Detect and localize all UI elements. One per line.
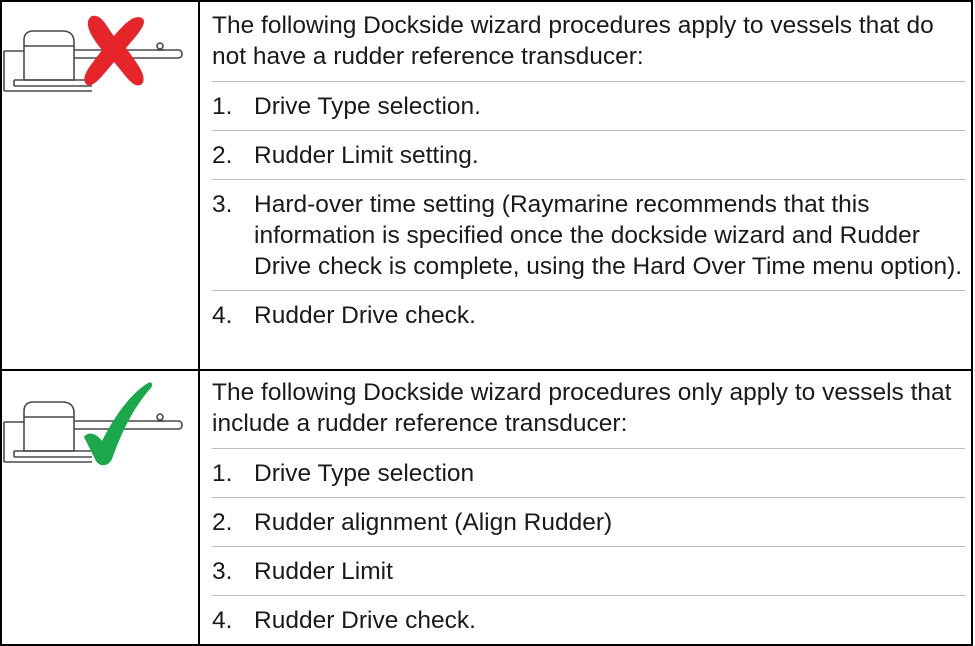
table-row-without-transducer: The following Dockside wizard procedures… (0, 0, 973, 371)
icon-cell (0, 369, 200, 646)
step-text: Rudder Drive check. (254, 607, 476, 634)
table-row-with-transducer: The following Dockside wizard procedures… (0, 369, 973, 646)
step-number: 3. (212, 558, 233, 585)
list-item: 2. Rudder alignment (Align Rudder) (212, 497, 965, 546)
content-cell: The following Dockside wizard procedures… (198, 0, 973, 371)
section-intro: The following Dockside wizard procedures… (212, 379, 952, 437)
list-item: 1. Drive Type selection (212, 448, 965, 497)
step-text: Hard-over time setting (Raymarine recomm… (254, 191, 963, 280)
step-text: Drive Type selection. (254, 93, 481, 120)
list-item: 1. Drive Type selection. (212, 81, 965, 130)
list-item: 4. Rudder Drive check. (212, 595, 965, 644)
step-number: 1. (212, 93, 233, 120)
step-text: Rudder alignment (Align Rudder) (254, 509, 613, 536)
step-list: 1. Drive Type selection 2. Rudder alignm… (212, 448, 965, 644)
content-cell: The following Dockside wizard procedures… (198, 369, 973, 646)
step-number: 3. (212, 191, 233, 218)
rudder-transducer-crossed-icon (2, 10, 198, 97)
list-item: 4. Rudder Drive check. (212, 290, 965, 339)
step-number: 1. (212, 460, 233, 487)
icon-cell (0, 0, 200, 371)
step-number: 4. (212, 607, 233, 634)
check-mark-icon (84, 382, 153, 466)
step-text: Drive Type selection (254, 460, 475, 487)
section-intro: The following Dockside wizard procedures… (212, 12, 934, 70)
step-number: 2. (212, 509, 233, 536)
step-number: 4. (212, 302, 233, 329)
step-number: 2. (212, 142, 233, 169)
list-item: 3. Rudder Limit (212, 546, 965, 595)
list-item: 3. Hard-over time setting (Raymarine rec… (212, 179, 965, 290)
step-text: Rudder Limit (254, 558, 393, 585)
rudder-transducer-checked-icon (2, 379, 198, 474)
step-list: 1. Drive Type selection. 2. Rudder Limit… (212, 81, 965, 339)
step-text: Rudder Drive check. (254, 302, 476, 329)
list-item: 2. Rudder Limit setting. (212, 130, 965, 179)
step-text: Rudder Limit setting. (254, 142, 479, 169)
procedures-table: The following Dockside wizard procedures… (0, 0, 973, 646)
